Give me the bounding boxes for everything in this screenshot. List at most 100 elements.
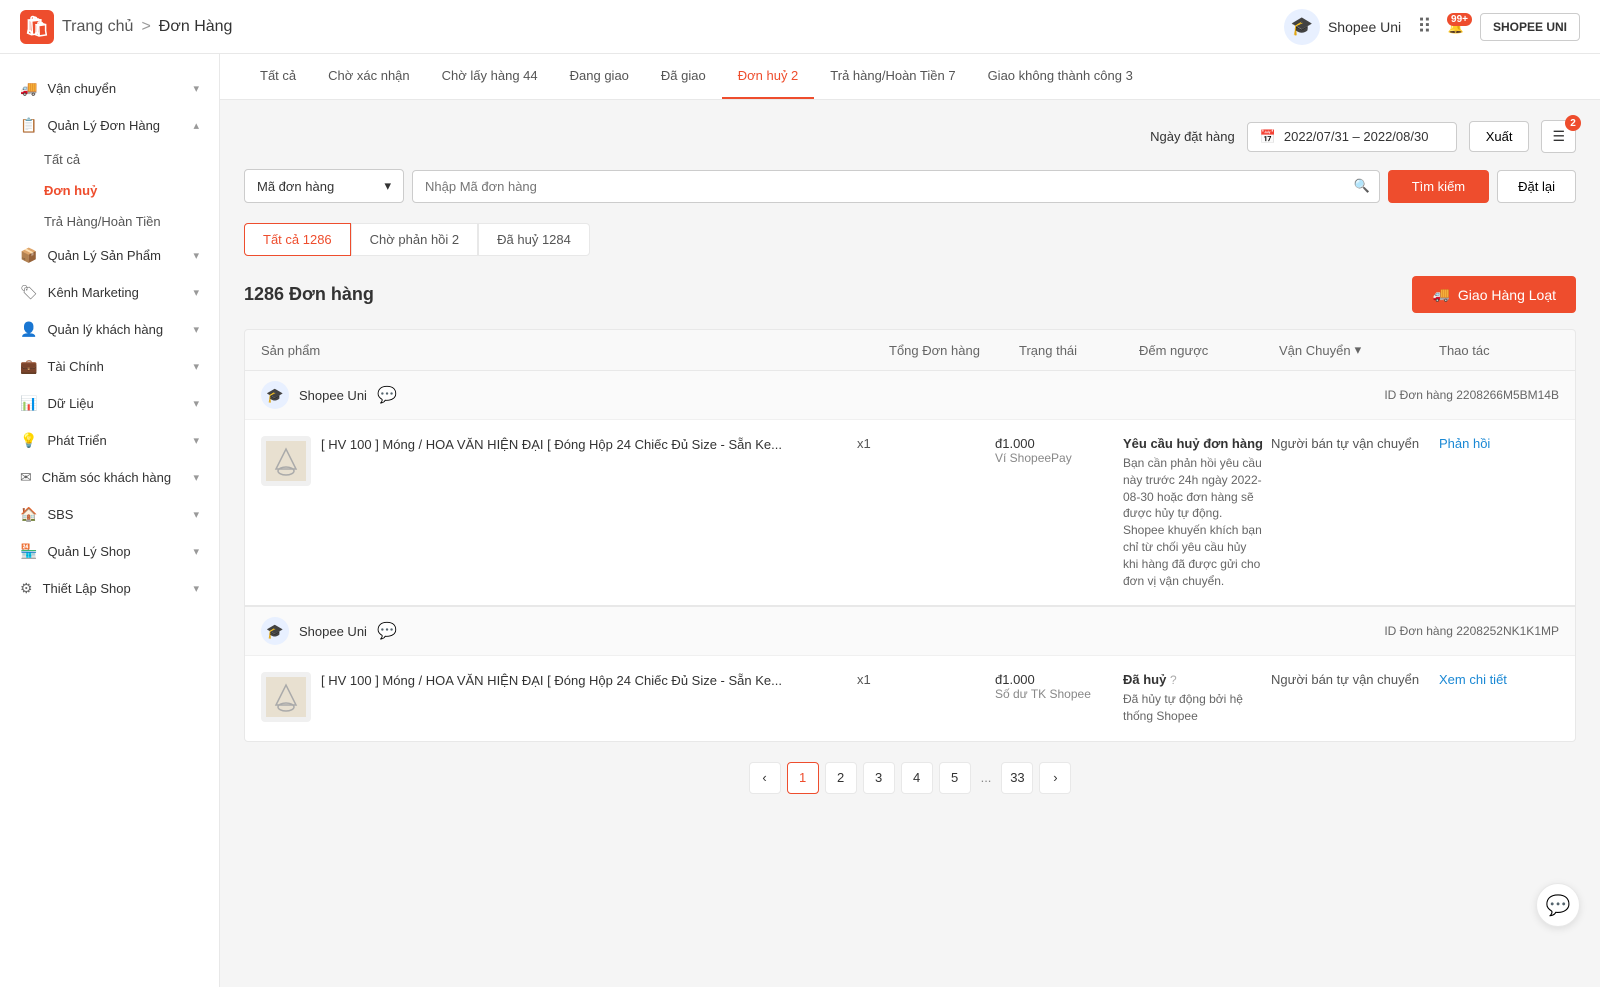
product-qty: x1 [857, 672, 987, 687]
pagination-page-last[interactable]: 33 [1001, 762, 1033, 794]
shopee-logo-icon: 🛍 [24, 14, 49, 39]
date-range-input[interactable]: 📅 2022/07/31 – 2022/08/30 [1247, 122, 1457, 152]
search-input[interactable] [412, 170, 1380, 203]
export-button[interactable]: Xuất [1469, 121, 1530, 152]
order-card-body: [ HV 100 ] Móng / HOA VĂN HIỆN ĐẠI [ Đón… [245, 656, 1575, 741]
sidebar-label-thiet-lap: Thiết Lập Shop [43, 581, 131, 596]
order-card-header: 🎓 Shopee Uni 💬 ID Đơn hàng 2208252NK1K1M… [245, 607, 1575, 656]
reset-button[interactable]: Đặt lại [1497, 170, 1576, 203]
pagination-ellipsis: ... [977, 770, 996, 785]
status-description: Bạn cần phản hồi yêu cầu này trước 24h n… [1123, 455, 1263, 589]
sidebar-item-quan-ly-shop[interactable]: 🏪 Quản Lý Shop ▾ [0, 533, 219, 570]
sidebar-item-phat-trien[interactable]: 💡 Phát Triển ▾ [0, 422, 219, 459]
sidebar-label-san-pham: Quản Lý Sản Phẩm [47, 248, 160, 263]
pagination-page-2[interactable]: 2 [825, 762, 857, 794]
order-total-amount: đ1.000 [995, 672, 1115, 687]
tab-dang-giao[interactable]: Đang giao [554, 54, 645, 99]
pagination-page-3[interactable]: 3 [863, 762, 895, 794]
sub-tab-tat-ca[interactable]: Tất cả 1286 [244, 223, 351, 256]
order-card: 🎓 Shopee Uni 💬 ID Đơn hàng 2208252NK1K1M… [244, 606, 1576, 742]
search-type-select[interactable]: Mã đơn hàng ▾ [244, 169, 404, 203]
tab-tat-ca[interactable]: Tất cả [244, 54, 312, 99]
pagination-next[interactable]: › [1039, 762, 1071, 794]
sidebar-item-thiet-lap[interactable]: ⚙ Thiết Lập Shop ▾ [0, 570, 219, 607]
phan-hoi-button[interactable]: Phản hồi [1439, 436, 1490, 451]
shopee-uni-name: Shopee Uni [1328, 19, 1401, 35]
col-van-chuyen[interactable]: Vận Chuyển ▾ [1279, 342, 1439, 358]
orders-header: 1286 Đơn hàng 🚚 Giao Hàng Loạt [244, 276, 1576, 313]
order-card: 🎓 Shopee Uni 💬 ID Đơn hàng 2208266M5BM14… [244, 371, 1576, 606]
chevron-down-icon: ▾ [384, 178, 391, 194]
pagination-prev[interactable]: ‹ [749, 762, 781, 794]
breadcrumb-current: Đơn Hàng [159, 18, 233, 36]
chat-icon[interactable]: 💬 [377, 621, 397, 641]
chevron-down-icon: ▾ [193, 434, 199, 447]
tab-giao-khong-thanh-cong[interactable]: Giao không thành công 3 [972, 54, 1149, 99]
sidebar-item-sbs[interactable]: 🏠 SBS ▾ [0, 496, 219, 533]
pagination-page-5[interactable]: 5 [939, 762, 971, 794]
col-thao-tac: Thao tác [1439, 342, 1559, 358]
shopee-uni-logo: 🎓 [1284, 9, 1320, 45]
tab-cho-lay-hang[interactable]: Chờ lấy hàng 44 [426, 54, 554, 99]
sidebar-label-shop: Quản Lý Shop [47, 544, 130, 559]
sidebar-item-khach-hang[interactable]: 👤 Quản lý khách hàng ▾ [0, 311, 219, 348]
sidebar-item-quan-ly-don-hang[interactable]: 📋 Quản Lý Đơn Hàng ▴ [0, 107, 219, 144]
order-shop-info: 🎓 Shopee Uni 💬 [261, 381, 397, 409]
sidebar-sub-tat-ca[interactable]: Tất cả [0, 144, 219, 175]
san-pham-icon: 📦 [20, 247, 37, 264]
action-col: Xem chi tiết [1439, 672, 1559, 687]
sidebar-item-tai-chinh[interactable]: 💼 Tài Chính ▾ [0, 348, 219, 385]
status-label: Yêu cầu huỷ đơn hàng [1123, 436, 1263, 451]
sbs-icon: 🏠 [20, 506, 37, 523]
sidebar-item-van-chuyen[interactable]: 🚚 Vận chuyển ▾ [0, 70, 219, 107]
order-id-label: ID Đơn hàng 2208252NK1K1MP [1384, 624, 1559, 638]
order-status: Đã huỷ ? Đã hủy tự động bởi hệ thống Sho… [1123, 672, 1263, 725]
breadcrumb-home[interactable]: Trang chủ [62, 18, 133, 36]
orders-count: 1286 Đơn hàng [244, 284, 374, 305]
filter-icon-button[interactable]: ☰ 2 [1541, 120, 1576, 153]
date-label: Ngày đặt hàng [1150, 129, 1235, 144]
sidebar-sub-don-huy[interactable]: Đơn huỷ [0, 175, 219, 206]
chevron-down-icon: ▾ [193, 82, 199, 95]
notification-icon[interactable]: 🔔 99+ [1448, 19, 1464, 35]
pagination-page-4[interactable]: 4 [901, 762, 933, 794]
tab-tra-hang[interactable]: Trả hàng/Hoàn Tiền 7 [814, 54, 971, 99]
sidebar-label-phat-trien: Phát Triển [47, 433, 106, 448]
du-lieu-icon: 📊 [20, 395, 37, 412]
search-button[interactable]: Tìm kiếm [1388, 170, 1489, 203]
action-col: Phản hồi [1439, 436, 1559, 451]
product-qty: x1 [857, 436, 987, 451]
sidebar-item-cham-soc[interactable]: ✉ Chăm sóc khách hàng ▾ [0, 459, 219, 496]
thiet-lap-icon: ⚙ [20, 580, 33, 597]
sidebar-item-du-lieu[interactable]: 📊 Dữ Liệu ▾ [0, 385, 219, 422]
header: 🛍 Trang chủ > Đơn Hàng 🎓 Shopee Uni ⠿ 🔔 … [0, 0, 1600, 54]
breadcrumb: Trang chủ > Đơn Hàng [62, 18, 232, 36]
notification-badge: 99+ [1447, 13, 1472, 26]
sidebar: 🚚 Vận chuyển ▾ 📋 Quản Lý Đơn Hàng ▴ Tất … [0, 54, 220, 987]
shopee-uni-button[interactable]: SHOPEE UNI [1480, 13, 1580, 41]
bulk-ship-button[interactable]: 🚚 Giao Hàng Loạt [1412, 276, 1576, 313]
grid-icon[interactable]: ⠿ [1417, 14, 1432, 39]
shipping-info: Người bán tự vận chuyển [1271, 672, 1431, 687]
table-header: Sản phẩm Tổng Đơn hàng Trạng thái Đếm ng… [244, 329, 1576, 371]
tab-cho-xac-nhan[interactable]: Chờ xác nhận [312, 54, 426, 99]
sidebar-item-san-pham[interactable]: 📦 Quản Lý Sản Phẩm ▾ [0, 237, 219, 274]
tab-da-giao[interactable]: Đã giao [645, 54, 722, 99]
chat-icon[interactable]: 💬 [377, 385, 397, 405]
product-info: [ HV 100 ] Móng / HOA VĂN HIỆN ĐẠI [ Đón… [261, 672, 849, 722]
col-dem-nguoc: Đếm ngược [1139, 342, 1279, 358]
float-chat-button[interactable]: 💬 [1536, 883, 1580, 927]
shop-icon: 🏪 [20, 543, 37, 560]
sub-tab-da-huy[interactable]: Đã huỷ 1284 [478, 223, 590, 256]
tab-don-huy[interactable]: Đơn huỷ 2 [722, 54, 815, 99]
sidebar-sub-tra-hang[interactable]: Trả Hàng/Hoàn Tiền [0, 206, 219, 237]
sub-tab-cho-phan-hoi[interactable]: Chờ phản hồi 2 [351, 223, 478, 256]
chevron-down-icon: ▾ [193, 508, 199, 521]
sidebar-item-marketing[interactable]: 🏷 Kênh Marketing ▾ [0, 274, 219, 311]
sidebar-label-marketing: Kênh Marketing [48, 285, 139, 300]
order-status: Yêu cầu huỷ đơn hàng Bạn cần phản hồi yê… [1123, 436, 1263, 589]
order-shop-info: 🎓 Shopee Uni 💬 [261, 617, 397, 645]
pagination-page-1[interactable]: 1 [787, 762, 819, 794]
sidebar-label-khach-hang: Quản lý khách hàng [47, 322, 163, 337]
xem-chi-tiet-button[interactable]: Xem chi tiết [1439, 672, 1507, 687]
